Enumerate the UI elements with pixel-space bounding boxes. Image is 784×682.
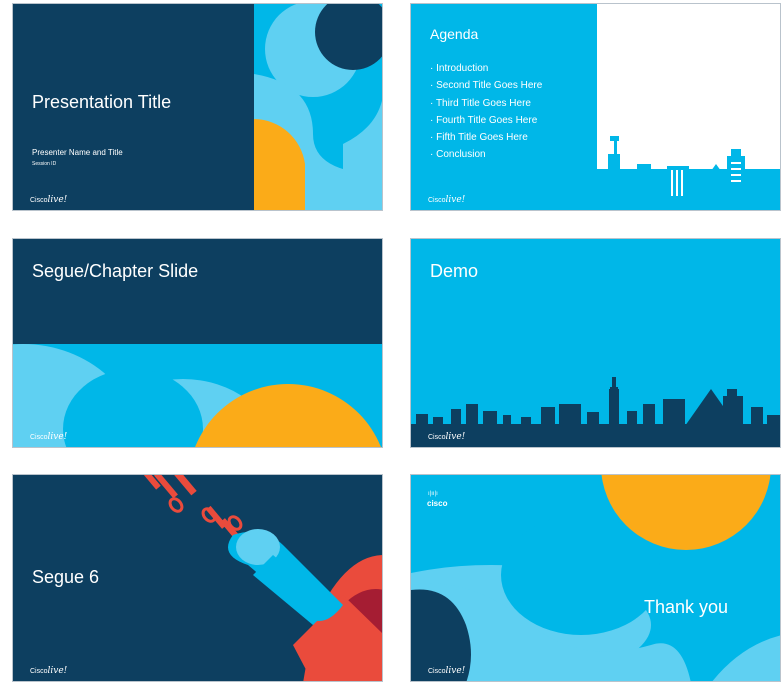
agenda-item: Conclusion [430, 146, 542, 163]
slide-agenda[interactable]: Agenda Introduction Second Title Goes He… [410, 3, 781, 211]
agenda-item: Third Title Goes Here [430, 95, 542, 112]
cisco-live-logo: Ciscolive! [428, 432, 466, 442]
agenda-item: Introduction [430, 60, 542, 77]
slide-segue-chapter[interactable]: Segue/Chapter Slide Ciscolive! [12, 238, 383, 448]
thank-you-title: Thank you [644, 597, 729, 617]
chapter-title: Segue/Chapter Slide [32, 261, 199, 281]
agenda-list: Introduction Second Title Goes Here Thir… [430, 60, 542, 164]
demo-title: Demo [430, 261, 479, 281]
slide-title[interactable]: Presentation Title Presenter Name and Ti… [12, 3, 383, 211]
slide-demo[interactable]: Demo Ciscolive! [410, 238, 781, 448]
session-id: Session ID [32, 161, 57, 167]
cisco-live-logo: Ciscolive! [428, 195, 466, 205]
slide-segue-6[interactable]: Segue 6 Ciscolive! [12, 474, 383, 682]
agenda-item: Fourth Title Goes Here [430, 112, 542, 129]
cisco-bars-icon: ı|ıı|ı [428, 491, 438, 497]
decorative-shapes [411, 475, 780, 681]
presenter-name: Presenter Name and Title [32, 148, 123, 157]
cisco-live-logo: Ciscolive! [428, 666, 466, 676]
agenda-item: Fifth Title Goes Here [430, 129, 542, 146]
cisco-live-logo: Ciscolive! [30, 666, 68, 676]
cisco-live-logo: Ciscolive! [30, 195, 68, 205]
presentation-title: Presentation Title [32, 92, 172, 112]
cisco-live-logo: Ciscolive! [30, 432, 68, 442]
segue-title: Segue 6 [32, 567, 100, 587]
agenda-item: Second Title Goes Here [430, 77, 542, 94]
agenda-title: Agenda [430, 26, 479, 42]
cisco-brand: cisco [427, 499, 448, 508]
slide-thank-you[interactable]: ı|ıı|ı cisco Thank you Ciscolive! [410, 474, 781, 682]
